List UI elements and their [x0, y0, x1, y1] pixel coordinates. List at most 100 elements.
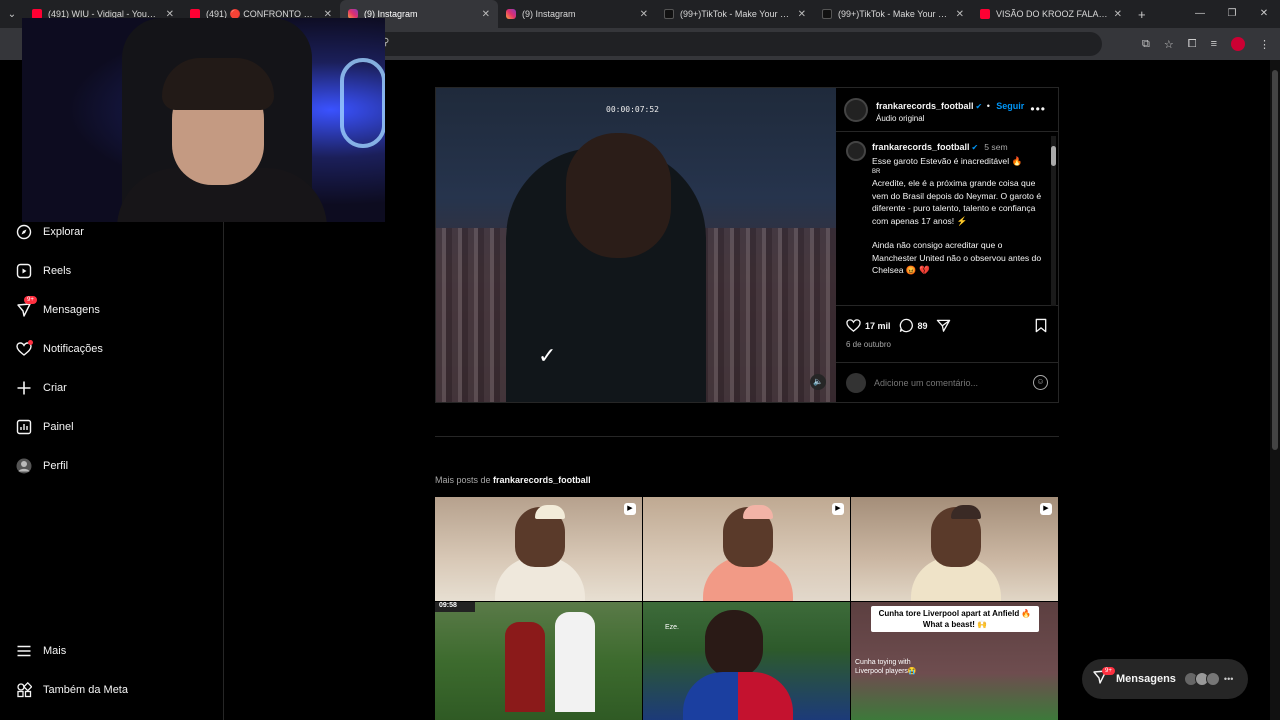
caption-scroll-area: frankarecords_football ✔ 5 sem Esse garoto…: [836, 133, 1058, 306]
verified-badge-icon: ✔: [975, 102, 983, 111]
more-posts-grid: ▶ ▶ ▶ 09:58 Eze. Cunha tore Liverpool ap…: [435, 497, 1059, 720]
caption-username[interactable]: frankarecords_football: [872, 142, 970, 152]
browser-tab[interactable]: (99+)TikTok - Make Your Day ✕: [814, 0, 972, 28]
reels-icon: [16, 263, 32, 279]
nav-notificacoes[interactable]: Notificações: [16, 337, 103, 361]
post-thumbnail[interactable]: ▶: [851, 497, 1058, 601]
post-header: frankarecords_football ✔ • Seguir Áudio o…: [836, 88, 1058, 132]
author-avatar[interactable]: [844, 97, 868, 122]
close-tab-icon[interactable]: ✕: [482, 9, 490, 20]
more-posts-username[interactable]: frankarecords_football: [493, 475, 591, 485]
more-options-icon[interactable]: •••: [1030, 102, 1046, 116]
close-tab-icon[interactable]: ✕: [956, 9, 964, 20]
nav-label: Painel: [43, 421, 74, 433]
notification-badge: 9+: [1102, 667, 1115, 675]
messages-label: Mensagens: [1116, 673, 1176, 685]
mute-toggle-icon[interactable]: 🔈: [810, 374, 826, 390]
profile-avatar-icon[interactable]: [1231, 37, 1245, 51]
minimize-icon[interactable]: —: [1184, 0, 1216, 28]
install-app-icon[interactable]: ⧉: [1142, 38, 1150, 51]
post-details-panel: frankarecords_football ✔ • Seguir Áudio o…: [836, 88, 1058, 402]
close-tab-icon[interactable]: ✕: [640, 9, 648, 20]
browser-tab[interactable]: (9) Instagram ✕: [498, 0, 656, 28]
maximize-icon[interactable]: ❐: [1216, 0, 1248, 28]
comment-input[interactable]: [874, 377, 1033, 388]
plus-icon: [16, 380, 32, 396]
likes-count[interactable]: 17 mil: [865, 321, 891, 331]
nav-perfil[interactable]: Perfil: [16, 454, 68, 478]
caption-author-avatar[interactable]: [846, 141, 866, 161]
reel-video-player[interactable]: ✓ 00:00:07:52 🔈: [436, 88, 836, 402]
window-controls: — ❐ ✕: [1184, 0, 1280, 28]
caption-scrollbar[interactable]: [1051, 136, 1056, 306]
bookmark-star-icon[interactable]: ☆: [1164, 38, 1174, 51]
audio-label[interactable]: Áudio original: [876, 114, 1024, 123]
post-date: 6 de outubro: [846, 340, 891, 349]
browser-tab[interactable]: VISÃO DO KROOZ FALANDO S ✕: [972, 0, 1130, 28]
post-thumbnail[interactable]: 09:58: [435, 602, 642, 720]
nav-label: Também da Meta: [43, 684, 128, 696]
caption-paragraph: Ainda não consigo acreditar que o Manche…: [872, 240, 1042, 275]
close-tab-icon[interactable]: ✕: [1114, 9, 1122, 20]
separator-dot: •: [986, 101, 990, 111]
thumb-figure: [555, 612, 595, 712]
post-thumbnail[interactable]: ▶: [435, 497, 642, 601]
messenger-icon: 9+: [16, 296, 37, 318]
more-posts-heading: Mais posts de frankarecords_football: [435, 475, 591, 485]
more-dots-icon: •••: [1223, 674, 1234, 684]
dashboard-icon: [16, 419, 32, 435]
heart-icon: [16, 340, 33, 357]
tab-search-chevron-icon[interactable]: ⌄: [0, 0, 24, 28]
caption-time: 5 sem: [984, 142, 1008, 152]
menu-kebab-icon[interactable]: ⋮: [1259, 38, 1270, 51]
like-heart-icon[interactable]: [846, 318, 861, 335]
share-send-icon[interactable]: [936, 318, 951, 335]
post-thumbnail[interactable]: Cunha tore Liverpool apart at Anfield 🔥 …: [851, 602, 1058, 720]
thumb-figure: [951, 505, 981, 519]
video-timer: 00:00:07:52: [606, 105, 659, 114]
close-window-icon[interactable]: ✕: [1248, 0, 1280, 28]
nav-label: Perfil: [43, 460, 69, 472]
nav-mensagens[interactable]: 9+ Mensagens: [16, 296, 100, 322]
nav-mais[interactable]: Mais: [16, 639, 66, 663]
nav-label: Notificações: [43, 343, 103, 355]
thumb-figure: [705, 610, 763, 678]
compass-icon: [16, 224, 32, 240]
verified-badge-icon: ✔: [971, 143, 979, 152]
address-bar[interactable]: ⚲: [372, 32, 1102, 56]
new-tab-plus-icon[interactable]: +: [1138, 7, 1146, 22]
post-thumbnail[interactable]: Eze.: [643, 602, 850, 720]
tab-title: (99+)TikTok - Make Your Day: [838, 9, 950, 19]
comment-bubble-icon[interactable]: [899, 318, 914, 335]
nav-label: Explorar: [43, 226, 84, 238]
section-divider: [435, 436, 1059, 437]
tiktok-icon: [664, 9, 674, 19]
emoji-picker-icon[interactable]: ☺: [1033, 375, 1048, 390]
save-bookmark-icon[interactable]: [1034, 318, 1048, 335]
nav-explorar[interactable]: Explorar: [16, 220, 84, 244]
notification-badge: 9+: [24, 296, 37, 304]
current-user-avatar: [846, 372, 866, 393]
author-username[interactable]: frankarecords_football: [876, 101, 974, 111]
extensions-icon[interactable]: ⧠: [1188, 38, 1197, 51]
tab-title: VISÃO DO KROOZ FALANDO S: [996, 9, 1108, 19]
messages-floating-button[interactable]: 9+ Mensagens •••: [1082, 659, 1248, 699]
nav-painel[interactable]: Painel: [16, 415, 74, 439]
follow-button[interactable]: Seguir: [996, 101, 1024, 111]
meta-apps-icon: [16, 682, 32, 698]
thumb-subcaption: Cunha toying with Liverpool players😭: [855, 659, 917, 675]
post-thumbnail[interactable]: ▶: [643, 497, 850, 601]
nav-tambem-da-meta[interactable]: Também da Meta: [16, 678, 128, 702]
browser-tab[interactable]: (99+)TikTok - Make Your Day ✕: [656, 0, 814, 28]
media-control-icon[interactable]: ≡: [1211, 38, 1217, 50]
toolbar-icons: ⧉ ☆ ⧠ ≡ ⋮: [1142, 28, 1270, 60]
page-scrollbar[interactable]: [1270, 60, 1280, 720]
thumb-figure: [683, 672, 793, 720]
close-tab-icon[interactable]: ✕: [798, 9, 806, 20]
nav-criar[interactable]: Criar: [16, 376, 67, 400]
reel-icon: ▶: [624, 503, 636, 515]
notification-dot: [28, 340, 33, 345]
hamburger-icon: [16, 643, 32, 659]
more-posts-prefix: Mais posts de: [435, 475, 491, 485]
nav-reels[interactable]: Reels: [16, 259, 71, 283]
